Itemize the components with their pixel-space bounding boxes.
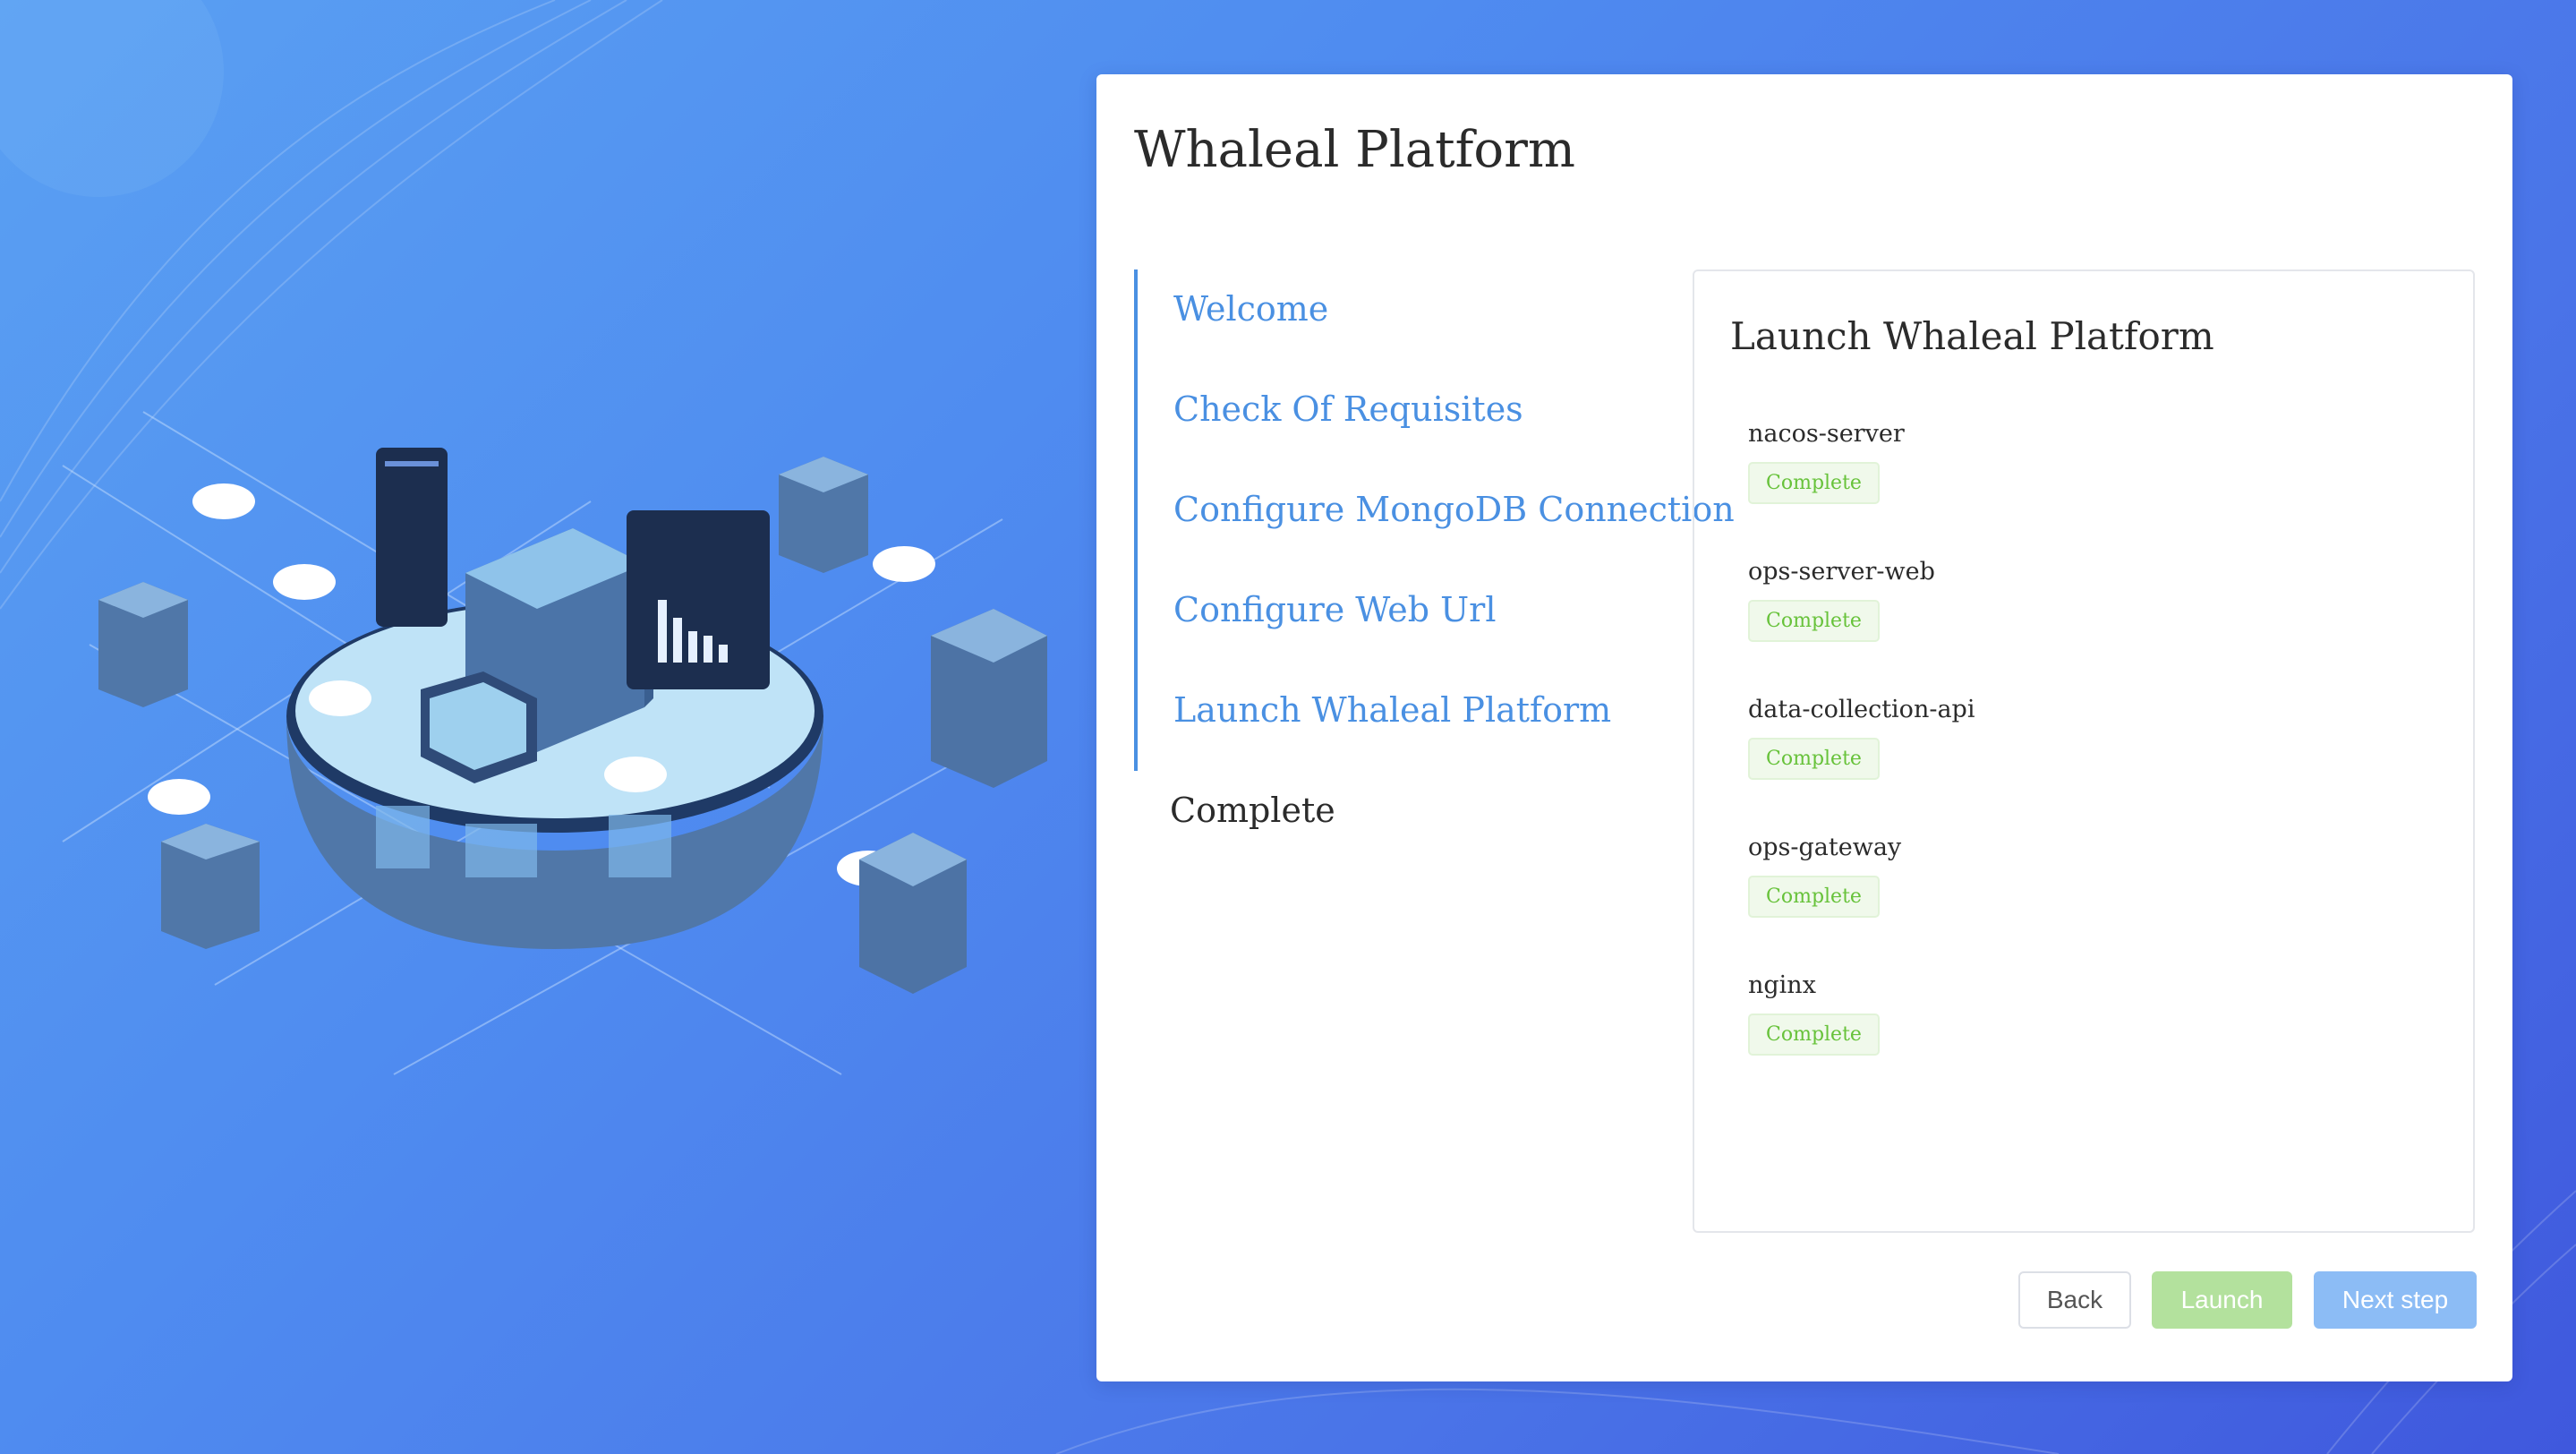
launch-button[interactable]: Launch <box>2152 1271 2292 1329</box>
isometric-city-illustration <box>62 411 1047 1075</box>
service-item: nginx Complete <box>1748 971 1880 1056</box>
service-name: data-collection-api <box>1748 696 1975 723</box>
service-item: ops-gateway Complete <box>1748 834 1901 918</box>
step-configure-mongodb[interactable]: Configure MongoDB Connection <box>1173 490 1735 529</box>
page-title: Whaleal Platform <box>1134 121 1575 179</box>
step-launch-platform[interactable]: Launch Whaleal Platform <box>1173 690 1611 730</box>
panel-title: Launch Whaleal Platform <box>1730 314 2214 358</box>
step-configure-web-url[interactable]: Configure Web Url <box>1173 590 1497 629</box>
status-badge: Complete <box>1748 462 1880 504</box>
service-name: ops-gateway <box>1748 834 1902 861</box>
step-welcome[interactable]: Welcome <box>1173 289 1328 329</box>
service-name: nginx <box>1748 971 1816 999</box>
service-item: data-collection-api Complete <box>1748 696 1975 780</box>
service-name: ops-server-web <box>1748 558 1935 586</box>
step-check-requisites[interactable]: Check Of Requisites <box>1173 389 1523 429</box>
status-badge: Complete <box>1748 738 1880 780</box>
setup-wizard-card: Whaleal Platform Welcome Check Of Requis… <box>1096 74 2512 1381</box>
service-name: nacos-server <box>1748 420 1905 448</box>
back-button[interactable]: Back <box>2018 1271 2131 1329</box>
service-item: ops-server-web Complete <box>1748 558 1935 642</box>
status-badge: Complete <box>1748 600 1880 642</box>
status-badge: Complete <box>1748 876 1880 918</box>
next-step-button[interactable]: Next step <box>2314 1271 2477 1329</box>
step-complete: Complete <box>1170 791 1335 830</box>
launch-panel: Launch Whaleal Platform nacos-server Com… <box>1693 269 2475 1233</box>
steps-progress-line <box>1134 269 1138 771</box>
status-badge: Complete <box>1748 1014 1880 1056</box>
service-item: nacos-server Complete <box>1748 420 1905 504</box>
